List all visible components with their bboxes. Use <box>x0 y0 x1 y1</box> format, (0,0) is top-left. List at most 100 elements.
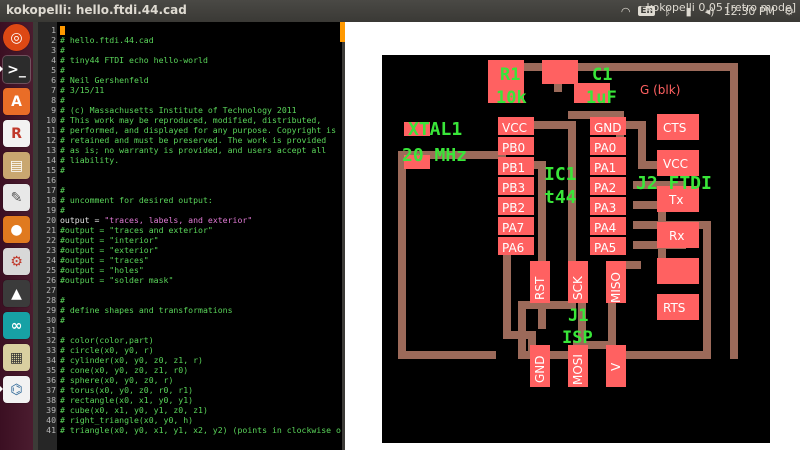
pad-label-sck: SCK <box>571 275 585 300</box>
pad-label-mosi: MOSI <box>571 354 585 385</box>
pad-label-rst: RST <box>533 276 547 300</box>
code-line[interactable]: #output = "traces and exterior" <box>60 225 213 235</box>
label-isp: ISP <box>562 328 593 348</box>
line-number: 11 <box>46 125 56 135</box>
pad-label-pa1: PA1 <box>594 161 616 175</box>
line-number: 18 <box>46 195 56 205</box>
line-number: 16 <box>46 175 56 185</box>
dash-home-icon[interactable]: ◎ <box>3 24 30 51</box>
line-number: 4 <box>51 55 56 65</box>
code-line[interactable]: # torus(x0, y0, z0, r0, r1) <box>60 385 193 395</box>
code-line[interactable]: # hello.ftdi.44.cad <box>60 35 154 45</box>
software-center-icon[interactable]: A <box>3 88 30 115</box>
line-number: 3 <box>51 45 56 55</box>
code-line[interactable]: # rectangle(x0, x1, y0, y1) <box>60 395 193 405</box>
pad-label-pa4: PA4 <box>594 221 616 235</box>
code-line[interactable]: # sphere(x0, y0, z0, r) <box>60 375 173 385</box>
line-number: 5 <box>51 65 56 75</box>
pad-label-tx: Tx <box>668 193 683 207</box>
code-line[interactable]: # 3/15/11 <box>60 85 104 95</box>
code-line[interactable]: # <box>60 165 65 175</box>
label-r1: R1 <box>500 65 520 85</box>
code-editor[interactable]: 1 2 3 4 5 6 7 8 9 10 11 12 13 14 15 16 17 18 19 20 21 22 23 24 2… <box>38 22 342 450</box>
line-number: 21 <box>46 225 56 235</box>
code-line[interactable]: # color(color,part) <box>60 335 154 345</box>
code-line[interactable]: # circle(x0, y0, r) <box>60 345 154 355</box>
code-area[interactable]: ## hello.ftdi.44.cad## tiny44 FTDI echo … <box>60 22 342 450</box>
code-line[interactable]: # (c) Massachusetts Institute of Technol… <box>60 105 297 115</box>
line-number: 31 <box>46 325 56 335</box>
line-number: 25 <box>46 265 56 275</box>
code-line[interactable]: #output = "solder mask" <box>60 275 173 285</box>
line-number-gutter: 1 2 3 4 5 6 7 8 9 10 11 12 13 14 15 16 17 18 19 20 21 22 23 24 2… <box>38 22 57 450</box>
firefox-icon[interactable]: ● <box>3 216 30 243</box>
pad-label-pa7: PA7 <box>502 221 524 235</box>
pad-label-pb3: PB3 <box>502 181 525 195</box>
line-number: 29 <box>46 305 56 315</box>
files-icon[interactable]: ▤ <box>3 152 30 179</box>
line-number: 30 <box>46 315 56 325</box>
pad-label-rts: RTS <box>663 301 685 315</box>
label-j1: J1 <box>568 306 588 326</box>
line-number: 39 <box>46 405 56 415</box>
arduino-icon[interactable]: ∞ <box>3 312 30 339</box>
code-line[interactable]: output = "traces, labels, and exterior" <box>60 215 252 225</box>
code-line[interactable]: # <box>60 185 65 195</box>
python-icon[interactable]: ⌬ <box>3 376 30 403</box>
pad-label-pb2: PB2 <box>502 201 525 215</box>
code-line[interactable]: # <box>60 65 65 75</box>
pad-label-pa3: PA3 <box>594 201 616 215</box>
code-line[interactable]: # <box>60 95 65 105</box>
image-viewer-icon[interactable]: ▦ <box>3 344 30 371</box>
code-line[interactable]: # <box>60 315 65 325</box>
line-number: 17 <box>46 185 56 195</box>
pad-label-miso: MISO <box>609 272 623 303</box>
code-line[interactable]: # define shapes and transformations <box>60 305 233 315</box>
pad <box>657 258 699 284</box>
code-line[interactable]: # <box>60 45 65 55</box>
code-line[interactable]: # liability. <box>60 155 119 165</box>
render-canvas[interactable]: VCC PB0 PB1 PB3 PB2 PA7 PA6 GND PA0 PA1 … <box>382 55 770 443</box>
line-number: 6 <box>51 75 56 85</box>
running-indicator <box>0 66 3 72</box>
code-line[interactable]: # retained and must be preserved. The wo… <box>60 135 326 145</box>
pad-label-v: V <box>609 362 623 371</box>
document-viewer-icon[interactable]: R <box>3 120 30 147</box>
code-line[interactable]: # right_triangle(x0, y0, h) <box>60 415 193 425</box>
code-line[interactable]: # This work may be reproduced, modified,… <box>60 115 321 125</box>
viewer-title: kokopelli 0.05 [retro mode] <box>646 1 796 14</box>
code-line[interactable]: # cone(x0, y0, z0, z1, r0) <box>60 365 188 375</box>
code-line[interactable]: # <box>60 295 65 305</box>
text-editor-icon[interactable]: ✎ <box>3 184 30 211</box>
pad-label-gnd: GND <box>594 121 622 135</box>
system-settings-icon[interactable]: ⚙ <box>3 248 30 275</box>
label-ic1: IC1 <box>544 164 577 185</box>
pad-label-pb0: PB0 <box>502 141 525 155</box>
code-line[interactable]: #output = "exterior" <box>60 245 159 255</box>
board-outline <box>394 67 725 367</box>
code-line[interactable]: #output = "holes" <box>60 265 144 275</box>
code-line[interactable]: # tiny44 FTDI echo hello-world <box>60 55 208 65</box>
pcb-board: VCC PB0 PB1 PB3 PB2 PA7 PA6 GND PA0 PA1 … <box>394 60 738 387</box>
code-line[interactable]: # as is; no warranty is provided, and us… <box>60 145 326 155</box>
code-line[interactable]: #output = "traces" <box>60 255 149 265</box>
running-indicator <box>0 386 3 392</box>
code-line[interactable]: # Neil Gershenfeld <box>60 75 149 85</box>
code-line[interactable]: # cube(x0, x1, y0, y1, z0, z1) <box>60 405 208 415</box>
wifi-icon[interactable]: ◠ <box>619 4 633 18</box>
code-line[interactable]: # uncomment for desired output: <box>60 195 213 205</box>
code-line[interactable]: #output = "interior" <box>60 235 159 245</box>
label-c1: C1 <box>592 65 612 85</box>
code-line[interactable]: # performed, and displayed for any purpo… <box>60 125 336 135</box>
launcher: ◎ >_ A R ▤ ✎ ● ⚙ ▲ ∞ ▦ ⌬ <box>0 22 33 450</box>
code-token: output = <box>60 215 105 225</box>
line-number: 8 <box>51 95 56 105</box>
pad-label-vcc: VCC <box>502 121 527 135</box>
code-line[interactable]: # cylinder(x0, y0, z0, z1, r) <box>60 355 203 365</box>
terminal-icon[interactable]: >_ <box>2 55 31 84</box>
line-number: 9 <box>51 105 56 115</box>
code-line[interactable]: # triangle(x0, y0, x1, y1, x2, y2) (poin… <box>60 425 342 435</box>
code-line[interactable]: # <box>60 205 65 215</box>
inkscape-icon[interactable]: ▲ <box>3 280 30 307</box>
line-number: 28 <box>46 295 56 305</box>
